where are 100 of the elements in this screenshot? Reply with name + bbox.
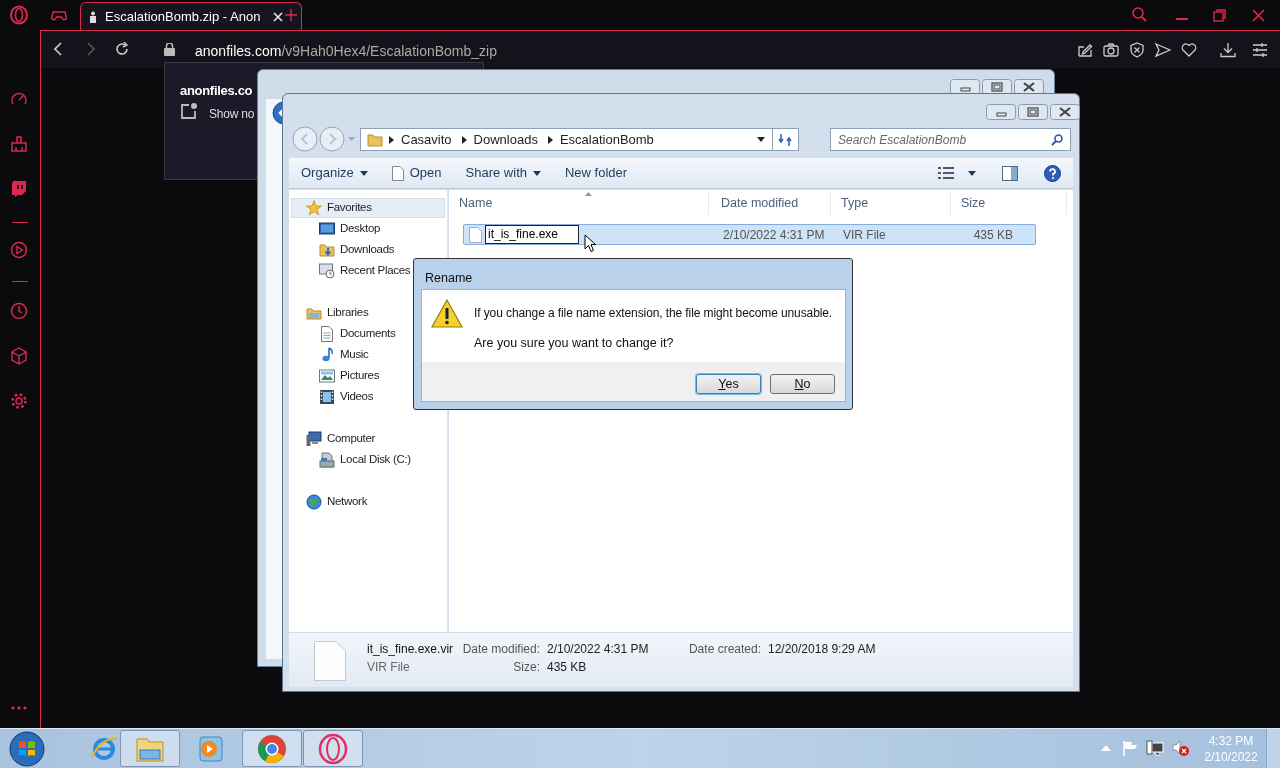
music-icon xyxy=(319,347,335,363)
recent-icon xyxy=(319,263,335,279)
back-icon[interactable] xyxy=(54,42,62,56)
dialog-button[interactable]: No xyxy=(770,374,835,394)
nav-item[interactable]: Computer xyxy=(291,429,445,449)
toolbar-button[interactable]: Share with xyxy=(453,158,553,188)
toolbar-button[interactable]: Organize xyxy=(289,158,380,188)
chat-icon[interactable] xyxy=(10,180,28,198)
restore-icon[interactable] xyxy=(1213,9,1226,22)
camera-icon[interactable] xyxy=(1103,42,1119,58)
speaker-muted-icon[interactable] xyxy=(1172,740,1190,757)
libraries-icon xyxy=(306,305,322,321)
refresh-icon[interactable] xyxy=(777,132,794,147)
downloads-icon xyxy=(319,242,335,258)
network-icon[interactable] xyxy=(1146,740,1164,757)
back-button[interactable] xyxy=(292,126,318,152)
address-field[interactable]: anonfiles.com/v9Hah0Hex4/EscalationBomb_zip xyxy=(195,41,497,62)
start-button[interactable] xyxy=(9,731,45,767)
file-name: it_is_fine.exe.vir xyxy=(367,641,454,658)
preview-pane-icon[interactable] xyxy=(1002,165,1018,181)
minimize-button[interactable] xyxy=(986,104,1016,120)
download-icon[interactable] xyxy=(1220,42,1236,58)
taskbar-button[interactable] xyxy=(242,730,302,767)
cube-icon[interactable] xyxy=(10,347,28,365)
popup-title: anonfiles.co xyxy=(180,82,253,100)
settings-icon[interactable] xyxy=(1252,42,1268,58)
file-type: VIR File xyxy=(367,659,410,676)
documents-icon xyxy=(319,326,335,342)
shield-icon[interactable] xyxy=(1129,42,1145,58)
new-tab-icon[interactable] xyxy=(285,9,297,21)
desktop-icon xyxy=(319,221,335,237)
opera-icon xyxy=(317,732,349,765)
popup-option[interactable]: Show no xyxy=(209,105,255,123)
field-value: 2/10/2022 4:31 PM xyxy=(547,641,649,658)
more-icon[interactable] xyxy=(11,706,27,710)
browser-tab[interactable]: EscalationBomb.zip - Anon xyxy=(80,2,302,31)
nav-item[interactable]: Network xyxy=(291,492,445,512)
table-cell-text: VIR File xyxy=(843,226,887,244)
document-icon xyxy=(391,165,404,181)
dropdown-icon[interactable] xyxy=(757,137,765,142)
document-icon xyxy=(314,641,346,681)
forward-button[interactable] xyxy=(319,126,345,152)
lock-icon xyxy=(164,43,175,56)
file-row[interactable]: it_is_fine.exe 2/10/2022 4:31 PM VIR File 435 KB xyxy=(463,224,1036,245)
table-cell-text: 2/10/2022 4:31 PM xyxy=(723,226,826,244)
settings-icon[interactable] xyxy=(10,392,28,410)
computer-icon xyxy=(306,431,322,447)
figure-icon xyxy=(89,11,97,23)
breadcrumb-item[interactable]: EscalationBomb xyxy=(559,129,654,150)
heart-icon[interactable] xyxy=(1181,42,1197,58)
reload-icon[interactable] xyxy=(115,42,129,56)
field-label: Date created: xyxy=(687,641,761,658)
column-header[interactable]: Type xyxy=(831,192,951,215)
rename-field[interactable]: it_is_fine.exe xyxy=(485,225,579,244)
help-icon[interactable] xyxy=(1044,164,1061,182)
address-bar[interactable]: Casavito Downloads EscalationBomb xyxy=(360,128,799,151)
broom-icon[interactable] xyxy=(10,135,28,153)
close-button[interactable] xyxy=(1050,104,1080,120)
view-options-icon[interactable] xyxy=(938,166,954,180)
field-value: 435 KB xyxy=(547,659,587,676)
chrome-icon xyxy=(256,732,288,765)
taskbar-button[interactable] xyxy=(120,730,180,767)
forward-icon[interactable] xyxy=(87,42,95,56)
star-icon xyxy=(306,200,322,216)
nav-item[interactable]: Local Disk (C:) xyxy=(312,450,445,470)
nav-item[interactable]: Desktop xyxy=(312,219,445,239)
column-header[interactable]: Date modified xyxy=(711,192,831,215)
play-icon[interactable] xyxy=(10,241,28,259)
browser-logo-icon[interactable] xyxy=(9,5,29,25)
column-header[interactable]: Size xyxy=(951,192,1067,215)
field-value: 12/20/2018 9:29 AM xyxy=(768,641,876,658)
breadcrumb-item[interactable]: Downloads xyxy=(473,129,538,150)
table-cell-text: 435 KB xyxy=(972,226,1013,244)
chevron-icon[interactable] xyxy=(547,135,553,144)
sort-caret-icon xyxy=(585,192,592,196)
caret-icon[interactable] xyxy=(968,170,976,176)
videos-icon xyxy=(319,389,335,405)
send-icon[interactable] xyxy=(1155,42,1171,58)
dialog-button[interactable]: Yes xyxy=(696,374,761,394)
nav-item[interactable]: Favorites xyxy=(291,198,445,218)
clock-icon[interactable] xyxy=(10,302,28,320)
breadcrumb-item[interactable]: Casavito xyxy=(401,129,452,150)
cursor-icon xyxy=(584,234,596,253)
pictures-icon xyxy=(319,368,335,384)
chevron-icon[interactable] xyxy=(461,135,467,144)
search-icon[interactable] xyxy=(1132,7,1147,22)
edit-icon[interactable] xyxy=(1077,42,1093,58)
gamepad-icon[interactable] xyxy=(51,9,67,21)
toolbar-button[interactable]: Open xyxy=(379,158,454,188)
taskbar-button[interactable] xyxy=(303,730,363,767)
nav-item[interactable]: Downloads xyxy=(312,240,445,260)
dialog-question: Are you sure you want to change it? xyxy=(474,335,674,352)
network-icon xyxy=(306,494,322,510)
folder-icon xyxy=(367,132,383,147)
toolbar-button[interactable]: New folder xyxy=(553,158,640,188)
search-icon xyxy=(1051,133,1063,146)
search-field[interactable]: Search EscalationBomb xyxy=(830,128,1071,151)
field-label: Size: xyxy=(512,659,540,676)
chevron-icon[interactable] xyxy=(389,135,394,144)
warning-icon xyxy=(431,299,463,329)
